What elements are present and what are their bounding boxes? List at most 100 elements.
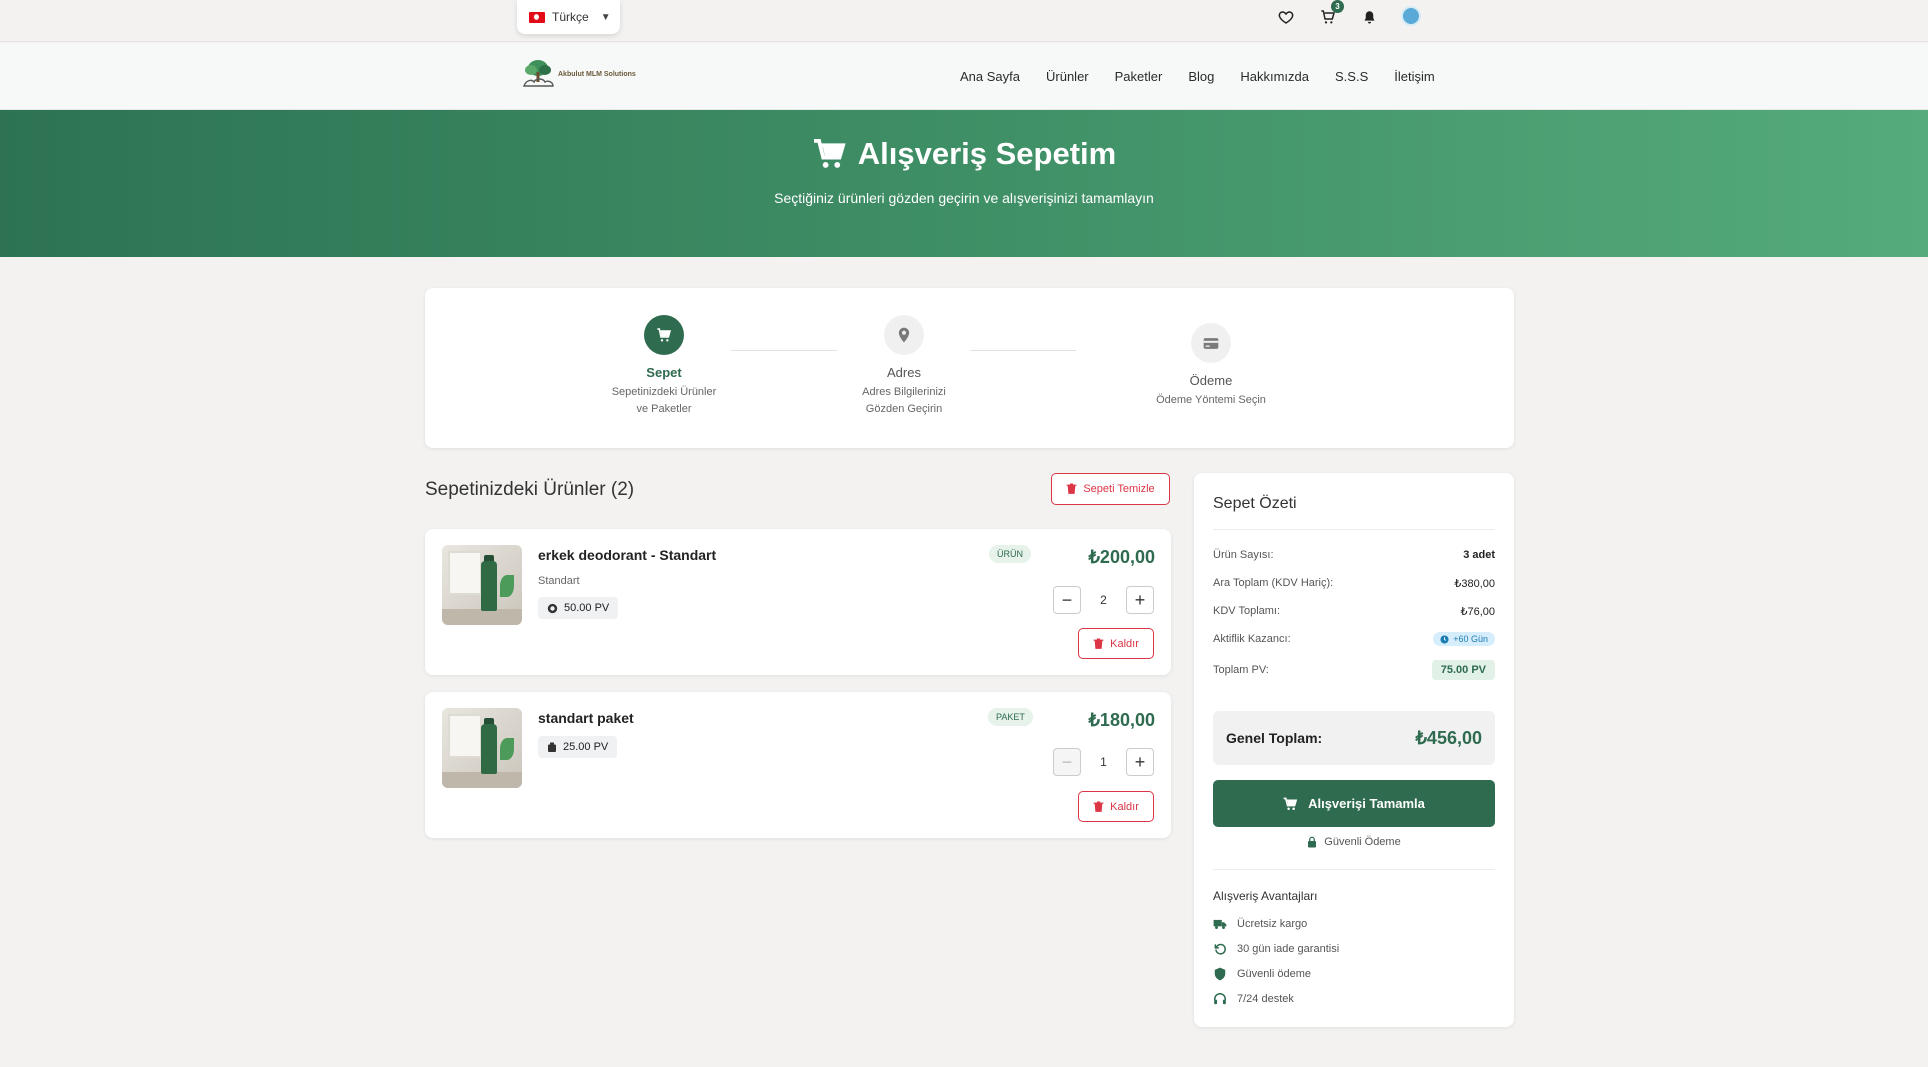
step-address[interactable]: Adres Adres Bilgilerinizi Gözden Geçirin	[829, 315, 979, 418]
advantages-title: Alışveriş Avantajları	[1213, 889, 1318, 903]
shield-icon	[1214, 967, 1226, 981]
decrease-quantity-button[interactable]: −	[1053, 748, 1081, 776]
nav-item-faq[interactable]: S.S.S	[1335, 69, 1368, 84]
remove-item-button[interactable]: Kaldır	[1078, 791, 1154, 822]
step-subtitle-line: Ödeme Yöntemi Seçin	[1156, 394, 1266, 406]
cart-icon	[644, 315, 684, 355]
language-selector[interactable]: Türkçe ▼	[517, 0, 620, 34]
nav-item-packages[interactable]: Paketler	[1115, 69, 1163, 84]
item-price: ₺180,00	[1088, 710, 1155, 730]
pv-chip: 25.00 PV	[538, 736, 618, 758]
summary-value: 3 adet	[1463, 549, 1495, 561]
advantage-label: 7/24 destek	[1237, 993, 1294, 1005]
advantage-item: 30 gün iade garantisi	[1213, 942, 1339, 956]
advantage-item: 7/24 destek	[1213, 992, 1294, 1006]
trash-icon	[1093, 638, 1104, 649]
cart-summary: Sepet Özeti Ürün Sayısı: 3 adet Ara Topl…	[1194, 473, 1514, 1027]
summary-row-subtotal: Ara Toplam (KDV Hariç): ₺380,00	[1213, 573, 1495, 593]
step-title: Sepet	[646, 365, 682, 380]
top-bar: Türkçe ▼ 3	[0, 0, 1928, 42]
favorites-heart-icon[interactable]	[1275, 6, 1297, 28]
item-variant: Standart	[538, 575, 580, 587]
grand-total: Genel Toplam: ₺456,00	[1213, 711, 1495, 765]
location-pin-icon	[884, 315, 924, 355]
remove-item-button[interactable]: Kaldır	[1078, 628, 1154, 659]
cart-icon	[813, 139, 846, 168]
pv-value: 25.00 PV	[563, 741, 609, 753]
nav-menu: Ana Sayfa Ürünler Paketler Blog Hakkımız…	[960, 69, 1461, 84]
hero-banner: Alışveriş Sepetim Seçtiğiniz ürünleri gö…	[0, 110, 1928, 257]
headset-icon	[1214, 993, 1226, 1005]
item-price: ₺200,00	[1088, 547, 1155, 567]
nav-item-blog[interactable]: Blog	[1188, 69, 1214, 84]
logo-tree-icon	[520, 58, 556, 90]
product-image[interactable]	[442, 708, 522, 788]
summary-row-item-count: Ürün Sayısı: 3 adet	[1213, 545, 1495, 565]
cart-icon[interactable]: 3	[1317, 0, 1344, 28]
pv-value: 50.00 PV	[564, 602, 610, 614]
step-subtitle: Ödeme Yöntemi Seçin	[1136, 392, 1286, 409]
summary-row-tax: KDV Toplamı: ₺76,00	[1213, 601, 1495, 621]
summary-label: Ürün Sayısı:	[1213, 549, 1274, 561]
remove-label: Kaldır	[1110, 637, 1139, 650]
lock-icon	[1308, 836, 1317, 848]
quantity-value[interactable]: 1	[1081, 755, 1126, 769]
checkout-steps: Sepet Sepetinizdeki Ürünler ve Paketler …	[425, 288, 1514, 448]
advantage-item: Güvenli ödeme	[1213, 967, 1311, 981]
step-title: Adres	[887, 365, 921, 380]
increase-quantity-button[interactable]: +	[1126, 748, 1154, 776]
product-image[interactable]	[442, 545, 522, 625]
grand-total-value: ₺456,00	[1415, 727, 1482, 748]
main-nav: Akbulut MLM Solutions Ana Sayfa Ürünler …	[0, 43, 1928, 110]
advantage-item: Ücretsiz kargo	[1213, 917, 1307, 931]
secure-label: Güvenli Ödeme	[1324, 836, 1401, 848]
summary-label: KDV Toplamı:	[1213, 605, 1281, 617]
cart-item: standart paket 25.00 PV PAKET ₺180,00 − …	[425, 692, 1171, 838]
step-payment[interactable]: Ödeme Ödeme Yöntemi Seçin	[1136, 323, 1286, 409]
bell-icon[interactable]	[1358, 6, 1380, 28]
step-subtitle-line: ve Paketler	[636, 403, 692, 415]
logo-text: Akbulut MLM Solutions	[558, 70, 636, 78]
advantage-label: Ücretsiz kargo	[1237, 918, 1308, 930]
nav-item-products[interactable]: Ürünler	[1046, 69, 1089, 84]
step-subtitle-line: Sepetinizdeki Ürünler	[611, 386, 717, 398]
step-cart[interactable]: Sepet Sepetinizdeki Ürünler ve Paketler	[589, 315, 739, 418]
nav-item-contact[interactable]: İletişim	[1394, 69, 1434, 84]
increase-quantity-button[interactable]: +	[1126, 586, 1154, 614]
step-connector	[970, 350, 1076, 351]
item-name[interactable]: standart paket	[538, 710, 634, 726]
clear-cart-button[interactable]: Sepeti Temizle	[1051, 473, 1170, 505]
nav-item-about[interactable]: Hakkımızda	[1240, 69, 1309, 84]
clear-cart-label: Sepeti Temizle	[1083, 483, 1155, 495]
summary-row-activity: Aktiflik Kazancı: +60 Gün	[1213, 629, 1495, 649]
summary-label: Aktiflik Kazancı:	[1213, 633, 1291, 645]
cart-icon	[1283, 797, 1298, 810]
quantity-stepper: − 1 +	[1053, 748, 1154, 776]
summary-label: Toplam PV:	[1213, 664, 1269, 676]
language-label: Türkçe	[552, 10, 589, 24]
cart-count-badge: 3	[1331, 0, 1344, 13]
total-pv-badge: 75.00 PV	[1431, 660, 1495, 680]
advantage-label: 30 gün iade garantisi	[1237, 943, 1340, 955]
trash-icon	[1066, 483, 1077, 494]
quantity-value[interactable]: 2	[1081, 593, 1126, 607]
decrease-quantity-button[interactable]: −	[1053, 586, 1081, 614]
truck-icon	[1213, 919, 1227, 929]
page-subtitle: Seçtiğiniz ürünleri gözden geçirin ve al…	[774, 190, 1154, 206]
return-icon	[1214, 943, 1226, 955]
checkout-button[interactable]: Alışverişi Tamamla	[1213, 780, 1495, 827]
nav-item-home[interactable]: Ana Sayfa	[960, 69, 1020, 84]
secure-payment-note: Güvenli Ödeme	[1194, 836, 1514, 848]
logo[interactable]: Akbulut MLM Solutions	[520, 58, 636, 90]
quantity-stepper: − 2 +	[1053, 586, 1154, 614]
step-subtitle-line: Gözden Geçirin	[865, 403, 943, 415]
user-avatar[interactable]	[1400, 5, 1422, 27]
step-subtitle: Adres Bilgilerinizi Gözden Geçirin	[829, 384, 979, 418]
item-name[interactable]: erkek deodorant - Standart	[538, 547, 716, 563]
step-title: Ödeme	[1189, 373, 1233, 388]
chevron-down-icon: ▼	[600, 11, 611, 23]
summary-value: ₺380,00	[1454, 577, 1495, 590]
page-title: Alışveriş Sepetim	[0, 136, 1928, 172]
activity-badge: +60 Gün	[1433, 632, 1495, 646]
box-icon	[548, 742, 556, 752]
